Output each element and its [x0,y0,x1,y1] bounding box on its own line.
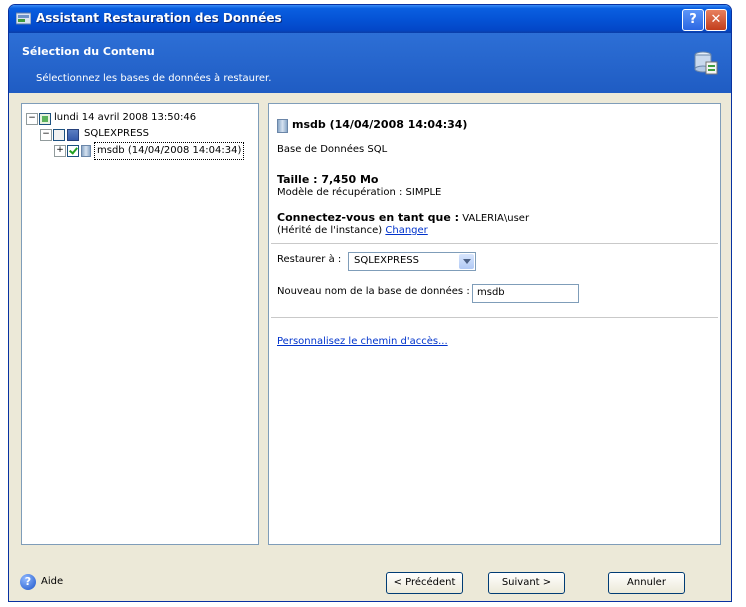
restore-to-value: SQLEXPRESS [354,255,419,266]
content-tree[interactable]: − lundi 14 avril 2008 13:50:46 − SQLEXPR… [21,103,259,545]
help-title-button[interactable]: ? [682,9,704,31]
tree-node-backup[interactable]: − lundi 14 avril 2008 13:50:46 [26,110,254,126]
connect-label: Connectez-vous en tant que : [277,211,460,224]
checkbox-checked[interactable] [67,145,79,157]
tree-label-backup: lundi 14 avril 2008 13:50:46 [54,112,197,123]
new-name-field[interactable]: msdb [472,284,579,303]
detail-heading: msdb (14/04/2008 14:04:34) [277,118,468,133]
db-size: Taille : 7,450 Mo [277,173,379,186]
detail-panel: msdb (14/04/2008 14:04:34) Base de Donné… [268,103,721,545]
tree-node-database[interactable]: + msdb (14/04/2008 14:04:34) [54,142,254,160]
next-button[interactable]: Suivant > [488,572,565,594]
new-name-label: Nouveau nom de la base de données : [277,286,470,297]
restore-to-select[interactable]: SQLEXPRESS [348,252,476,271]
tree-node-instance[interactable]: − SQLEXPRESS [40,126,254,142]
divider [271,317,718,318]
chevron-down-icon[interactable] [459,254,474,269]
credentials-row: (Hérité de l'instance) Changer [277,225,428,236]
window-title: Assistant Restauration des Données [36,11,282,25]
custom-path-link[interactable]: Personnalisez le chemin d'accès... [277,336,448,347]
restore-to-label: Restaurer à : [277,254,342,265]
previous-button[interactable]: < Précédent [386,572,463,594]
wizard-footer: ? Aide < Précédent Suivant > Annuler [9,565,731,601]
step-title: Sélection du Contenu [22,45,155,58]
app-icon [16,12,31,25]
db-type: Base de Données SQL [277,144,388,155]
recovery-model: Modèle de récupération : SIMPLE [277,187,442,198]
help-link[interactable]: Aide [41,576,63,587]
inherited-note: (Hérité de l'instance) [277,225,383,236]
help-icon[interactable]: ? [20,574,36,590]
database-icon [277,119,288,133]
divider [271,243,718,244]
collapse-icon[interactable]: − [26,113,38,125]
close-button[interactable]: ✕ [705,9,727,31]
title-bar[interactable]: Assistant Restauration des Données ? ✕ [9,5,731,33]
cancel-button[interactable]: Annuler [608,572,685,594]
sql-server-icon [67,129,79,141]
connect-user: VALERIA\user [462,213,530,224]
connect-as: Connectez-vous en tant que : VALERIA\use… [277,211,529,224]
wizard-window: Assistant Restauration des Données ? ✕ S… [8,4,732,602]
collapse-icon[interactable]: − [40,129,52,141]
wizard-header: Sélection du Contenu Sélectionnez les ba… [9,33,731,93]
step-subtitle: Sélectionnez les bases de données à rest… [36,73,272,84]
tree-label-instance: SQLEXPRESS [84,128,149,139]
new-name-value: msdb [477,287,505,298]
checkbox-partial[interactable] [53,129,65,141]
database-icon [81,145,91,157]
change-link[interactable]: Changer [385,225,427,236]
expand-icon[interactable]: + [54,145,66,157]
database-restore-icon [694,51,718,75]
checkbox-partial[interactable] [39,113,51,125]
detail-title: msdb (14/04/2008 14:04:34) [292,118,468,131]
tree-label-database: msdb (14/04/2008 14:04:34) [94,142,245,160]
